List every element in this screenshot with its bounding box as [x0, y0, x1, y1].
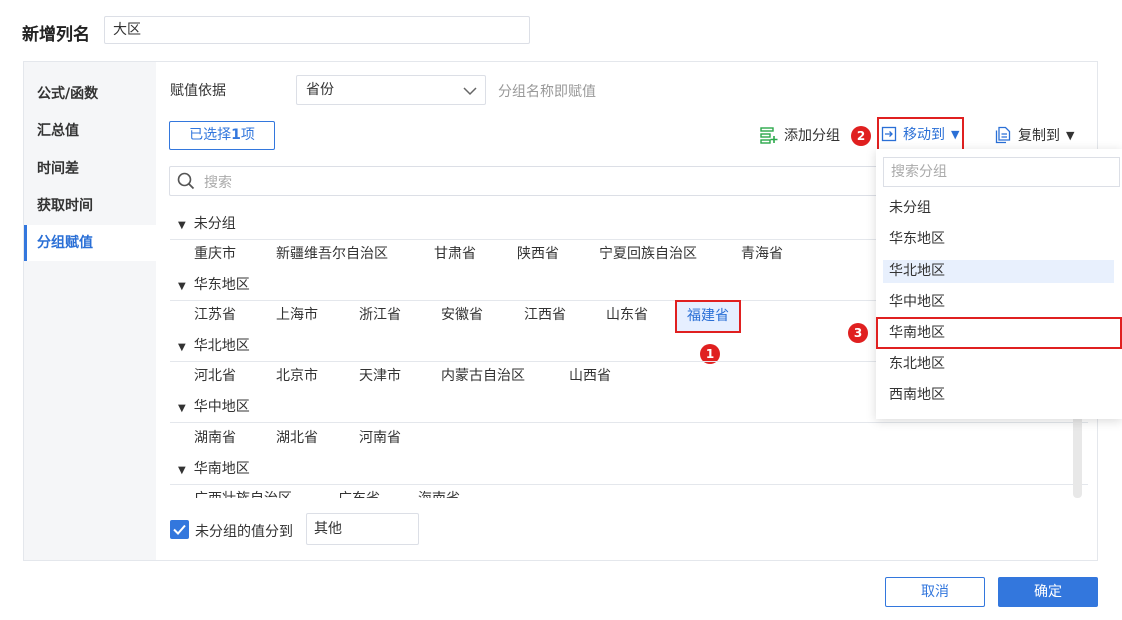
search-placeholder: 搜索 — [204, 175, 232, 191]
group-item[interactable]: 上海市 — [276, 303, 318, 327]
add-group-icon — [760, 127, 778, 144]
group-item[interactable]: 天津市 — [359, 364, 401, 388]
dropdown-item[interactable]: 华东地区 — [876, 224, 1122, 255]
group-item[interactable]: 青海省 — [741, 242, 783, 266]
group-item[interactable]: 重庆市 — [194, 242, 236, 266]
sidebar-item-group-assign[interactable]: 分组赋值 — [24, 225, 156, 261]
sidebar: 公式/函数 汇总值 时间差 获取时间 分组赋值 — [24, 62, 156, 560]
unassigned-label: 未分组的值分到 — [195, 524, 293, 540]
cancel-button[interactable]: 取消 — [885, 577, 985, 607]
step-badge-3: 3 — [848, 323, 868, 343]
group-item[interactable]: 江苏省 — [194, 303, 236, 327]
group-item[interactable]: 新疆维吾尔自治区 — [276, 242, 388, 266]
copy-to-button[interactable]: 复制到 ▼ — [994, 125, 1074, 145]
add-group-button[interactable]: 添加分组 — [760, 125, 840, 145]
group-item[interactable]: 广西壮族自治区 — [194, 487, 292, 498]
group-item[interactable]: 湖南省 — [194, 426, 236, 450]
chevron-down-icon — [463, 87, 477, 96]
group-header-north[interactable]: ▼ 华北地区 — [178, 335, 250, 357]
caret-down-icon: ▼ — [1066, 128, 1075, 142]
step-badge-2: 2 — [851, 126, 871, 146]
group-item[interactable]: 湖北省 — [276, 426, 318, 450]
basis-select-value: 省份 — [306, 82, 334, 98]
selected-count-button[interactable]: 已选择1项 — [169, 121, 275, 150]
group-name: 未分组 — [193, 216, 236, 232]
confirm-button[interactable]: 确定 — [998, 577, 1098, 607]
sidebar-item-get-time[interactable]: 获取时间 — [24, 188, 156, 224]
group-item[interactable]: 山西省 — [569, 364, 611, 388]
group-item[interactable]: 广东省 — [338, 487, 380, 498]
dropdown-item[interactable]: 华中地区 — [876, 287, 1122, 318]
column-name-label: 新增列名 — [22, 25, 90, 45]
basis-select[interactable]: 省份 — [296, 75, 486, 105]
dropdown-item-hover[interactable]: 华北地区 — [883, 260, 1114, 283]
unassigned-value-input[interactable]: 其他 — [306, 513, 419, 545]
triangle-down-icon: ▼ — [178, 342, 186, 353]
group-divider — [170, 422, 1088, 423]
triangle-down-icon: ▼ — [178, 220, 186, 231]
group-item[interactable]: 河北省 — [194, 364, 236, 388]
move-to-button[interactable]: 移动到 ▼ — [877, 117, 964, 151]
triangle-down-icon: ▼ — [178, 403, 186, 414]
selected-count: 1 — [231, 127, 241, 143]
group-header-central[interactable]: ▼ 华中地区 — [178, 396, 250, 418]
dropdown-item-target[interactable]: 华南地区 — [876, 317, 1122, 349]
group-item[interactable]: 甘肃省 — [434, 242, 476, 266]
group-item[interactable]: 江西省 — [524, 303, 566, 327]
unassigned-checkbox[interactable] — [170, 520, 189, 539]
selected-suffix: 项 — [240, 127, 255, 143]
group-header-unassigned[interactable]: ▼ 未分组 — [178, 213, 236, 235]
dropdown-item[interactable]: 西南地区 — [876, 380, 1122, 411]
move-to-icon — [881, 126, 897, 142]
copy-icon — [995, 126, 1011, 144]
group-name: 华北地区 — [193, 338, 250, 354]
sidebar-item-time-diff[interactable]: 时间差 — [24, 151, 156, 187]
sidebar-item-formula[interactable]: 公式/函数 — [24, 76, 156, 112]
move-to-label: 移动到 — [903, 127, 945, 143]
copy-to-label: 复制到 — [1018, 128, 1060, 144]
check-icon — [173, 524, 186, 535]
triangle-down-icon: ▼ — [178, 465, 186, 476]
caret-down-icon: ▼ — [951, 127, 960, 141]
group-search-input[interactable]: 搜索分组 — [883, 157, 1120, 187]
selected-prefix: 已选择 — [189, 127, 232, 143]
triangle-down-icon: ▼ — [178, 281, 186, 292]
group-header-south[interactable]: ▼ 华南地区 — [178, 458, 250, 480]
group-header-east[interactable]: ▼ 华东地区 — [178, 274, 250, 296]
group-item[interactable]: 山东省 — [606, 303, 648, 327]
group-item[interactable]: 安徽省 — [441, 303, 483, 327]
move-to-dropdown: 搜索分组 未分组 华东地区 华北地区 华中地区 华南地区 东北地区 西南地区 — [876, 149, 1122, 419]
dropdown-item[interactable]: 东北地区 — [876, 349, 1122, 380]
search-icon — [177, 172, 195, 190]
group-item[interactable]: 河南省 — [359, 426, 401, 450]
group-name: 华中地区 — [193, 399, 250, 415]
group-name: 华东地区 — [193, 277, 250, 293]
group-item-selected[interactable]: 福建省 — [675, 300, 741, 333]
search-input[interactable]: 搜索 — [169, 166, 884, 196]
group-name: 华南地区 — [193, 461, 250, 477]
group-item[interactable]: 浙江省 — [359, 303, 401, 327]
column-name-input[interactable]: 大区 — [104, 16, 530, 44]
basis-hint: 分组名称即赋值 — [498, 84, 596, 100]
basis-label: 赋值依据 — [170, 83, 226, 99]
group-item[interactable]: 宁夏回族自治区 — [599, 242, 697, 266]
group-item[interactable]: 内蒙古自治区 — [441, 364, 525, 388]
group-item[interactable]: 海南省 — [418, 487, 460, 498]
dropdown-item[interactable]: 未分组 — [876, 193, 1122, 224]
add-group-label: 添加分组 — [784, 128, 840, 144]
group-divider — [170, 484, 1088, 485]
group-item[interactable]: 陕西省 — [517, 242, 559, 266]
group-item[interactable]: 北京市 — [276, 364, 318, 388]
sidebar-item-summary[interactable]: 汇总值 — [24, 113, 156, 149]
